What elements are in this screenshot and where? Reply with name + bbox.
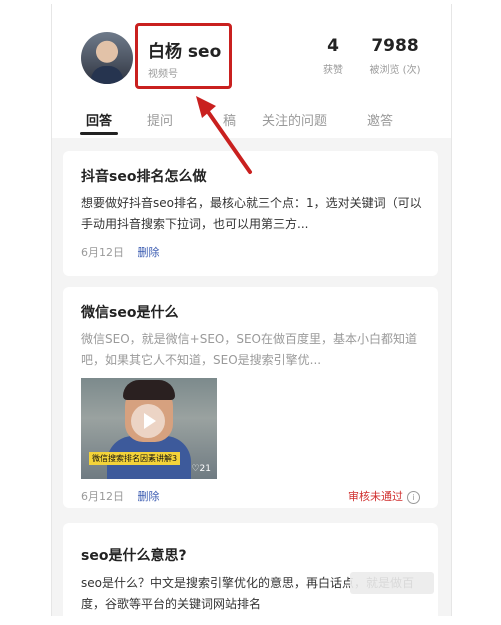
views-label: 被浏览 (次) — [369, 65, 421, 76]
red-arrow-annotation — [196, 96, 252, 174]
views-count: 7988 — [371, 36, 419, 56]
card-excerpt: 想要做好抖音seo排名，最核心就三个点：1，选对关键词（可以手动用抖音搜索下拉词… — [81, 196, 422, 231]
profile-subtitle: 视频号 — [148, 69, 178, 80]
video-thumbnail[interactable]: 微信搜索排名因素讲解3 ♡21 — [81, 378, 217, 479]
card-title[interactable]: 微信seo是什么 — [81, 302, 178, 322]
play-icon[interactable] — [131, 404, 165, 438]
likes-label: 获赞 — [323, 65, 343, 76]
card-excerpt: 微信SEO，就是微信+SEO，SEO在做百度里，基本小白都知道吧，如果其它人不知… — [81, 332, 417, 367]
review-status[interactable]: 审核未通过 i — [348, 488, 420, 504]
delete-link[interactable]: 删除 — [138, 246, 160, 259]
watermark-overlay — [350, 572, 434, 594]
person-hair — [123, 380, 175, 400]
delete-link[interactable]: 删除 — [138, 490, 160, 503]
likes-count: 4 — [327, 36, 339, 56]
tab-questions[interactable]: 提问 — [147, 110, 173, 129]
answer-card[interactable]: seo是什么意思? seo是什么？中文是搜索引擎优化的意思，再白话点，就是做百度… — [63, 523, 438, 616]
likes-stat: 4 获赞 — [318, 36, 348, 76]
card-date: 6月12日 — [81, 490, 124, 503]
tab-followed-questions[interactable]: 关注的问题 — [262, 110, 327, 129]
tab-invites[interactable]: 邀答 — [367, 110, 393, 129]
answer-card[interactable]: 微信seo是什么 微信SEO，就是微信+SEO，SEO在做百度里，基本小白都知道… — [63, 287, 438, 508]
profile-name: 白杨 seo — [148, 42, 222, 62]
app-frame: 白杨 seo 视频号 4 获赞 7988 被浏览 (次) 回答 提问 稿 关注的… — [51, 4, 452, 616]
card-meta: 6月12日 删除 — [81, 488, 160, 504]
active-tab-indicator — [80, 132, 118, 135]
card-date: 6月12日 — [81, 246, 124, 259]
answers-feed: 抖音seo排名怎么做 想要做好抖音seo排名，最核心就三个点：1，选对关键词（可… — [52, 138, 451, 616]
info-icon[interactable]: i — [407, 491, 420, 504]
review-status-label: 审核未通过 — [348, 490, 403, 503]
views-stat: 7988 被浏览 (次) — [360, 36, 430, 76]
card-title[interactable]: seo是什么意思? — [81, 545, 187, 565]
card-title[interactable]: 抖音seo排名怎么做 — [81, 166, 206, 186]
avatar[interactable] — [81, 32, 133, 84]
thumbnail-caption: 微信搜索排名因素讲解3 — [89, 452, 181, 465]
tab-answers[interactable]: 回答 — [86, 110, 112, 129]
card-meta: 6月12日 删除 — [81, 244, 160, 260]
thumbnail-like-count: ♡21 — [191, 464, 211, 474]
